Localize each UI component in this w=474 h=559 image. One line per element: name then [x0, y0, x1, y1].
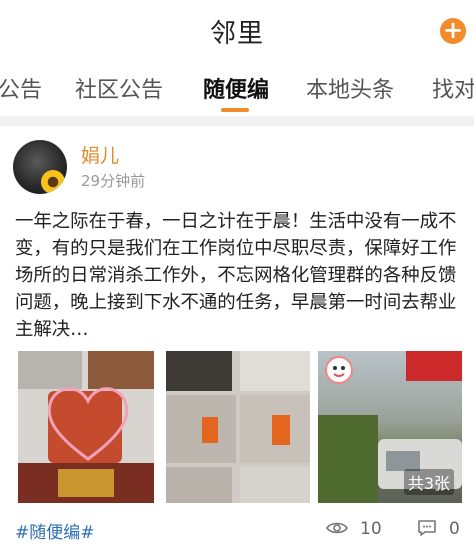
author-name[interactable]: 娟儿 [81, 141, 119, 168]
page-title: 邻里 [209, 18, 264, 49]
post-body[interactable]: 一年之际在于春，一日之计在于晨！生活中没有一成不变，有的只是我们在工作岗位中尽职… [15, 208, 463, 343]
tab-bar: 公告 社区公告 随便编 本地头条 找对 [0, 62, 474, 116]
active-tab-indicator [221, 108, 249, 112]
top-bar: 邻里 + [0, 0, 474, 62]
eye-icon [326, 522, 348, 534]
divider [0, 116, 474, 126]
photo-count-badge: 共3张 [403, 469, 454, 495]
tab-casual[interactable]: 随便编 [203, 72, 269, 104]
avatar[interactable] [13, 140, 67, 194]
comment-count: 0 [449, 519, 460, 539]
post-time: 29分钟前 [81, 172, 146, 190]
tab-local-headlines[interactable]: 本地头条 [306, 72, 394, 104]
post-image-3[interactable]: 共3张 [318, 351, 462, 503]
post-image-2[interactable] [166, 351, 310, 503]
views-count: 10 [360, 519, 382, 539]
sunflower-icon [41, 170, 65, 194]
sticker-face-icon [325, 356, 353, 384]
comment-icon[interactable] [417, 519, 437, 537]
tab-find[interactable]: 找对 [432, 72, 474, 104]
plus-circle-icon[interactable]: + [440, 18, 466, 44]
heart-icon [47, 387, 129, 461]
tab-announcement[interactable]: 公告 [0, 72, 42, 104]
topic-tag[interactable]: #随便编# [15, 518, 95, 543]
post-image-1[interactable] [18, 351, 154, 503]
tab-community-announcement[interactable]: 社区公告 [75, 72, 163, 104]
